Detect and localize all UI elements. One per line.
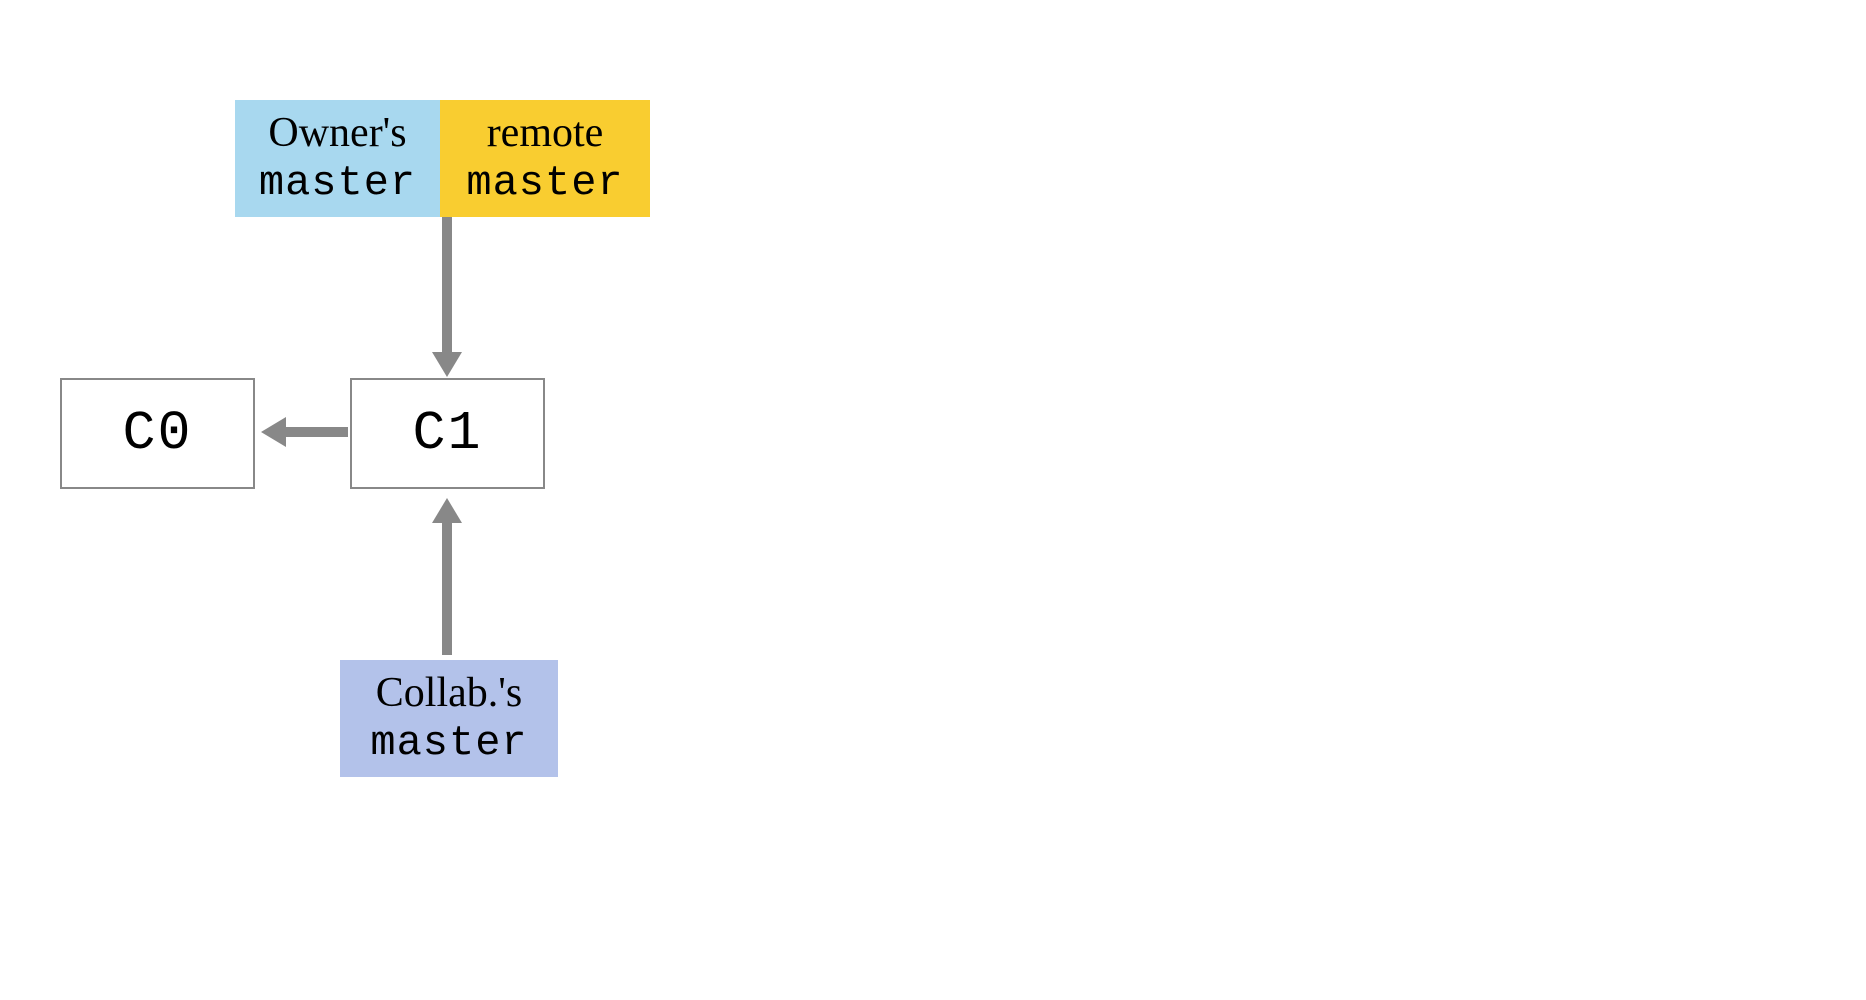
arrow-up-icon — [427, 495, 467, 655]
commit-label-c0: C0 — [122, 402, 192, 465]
arrow-down-icon — [427, 217, 467, 377]
branch-name-remote: master — [456, 158, 634, 208]
branch-label-owner: Owner's master — [235, 100, 440, 217]
commit-label-c1: C1 — [412, 402, 482, 465]
commit-node-c0: C0 — [60, 378, 255, 489]
branch-name-collab: master — [356, 718, 542, 768]
branch-label-collab: Collab.'s master — [340, 660, 558, 777]
branch-label-remote: remote master — [440, 100, 650, 217]
arrow-branches-to-c1 — [427, 217, 467, 377]
branch-title-collab: Collab.'s — [356, 668, 542, 718]
arrow-collab-to-c1 — [427, 495, 467, 655]
commit-node-c1: C1 — [350, 378, 545, 489]
arrow-left-icon — [258, 412, 348, 452]
branch-name-owner: master — [251, 158, 424, 208]
branch-title-owner: Owner's — [251, 108, 424, 158]
arrow-c1-to-c0 — [258, 412, 348, 452]
branch-title-remote: remote — [456, 108, 634, 158]
git-branch-diagram: Owner's master remote master Collab.'s m… — [60, 100, 960, 900]
